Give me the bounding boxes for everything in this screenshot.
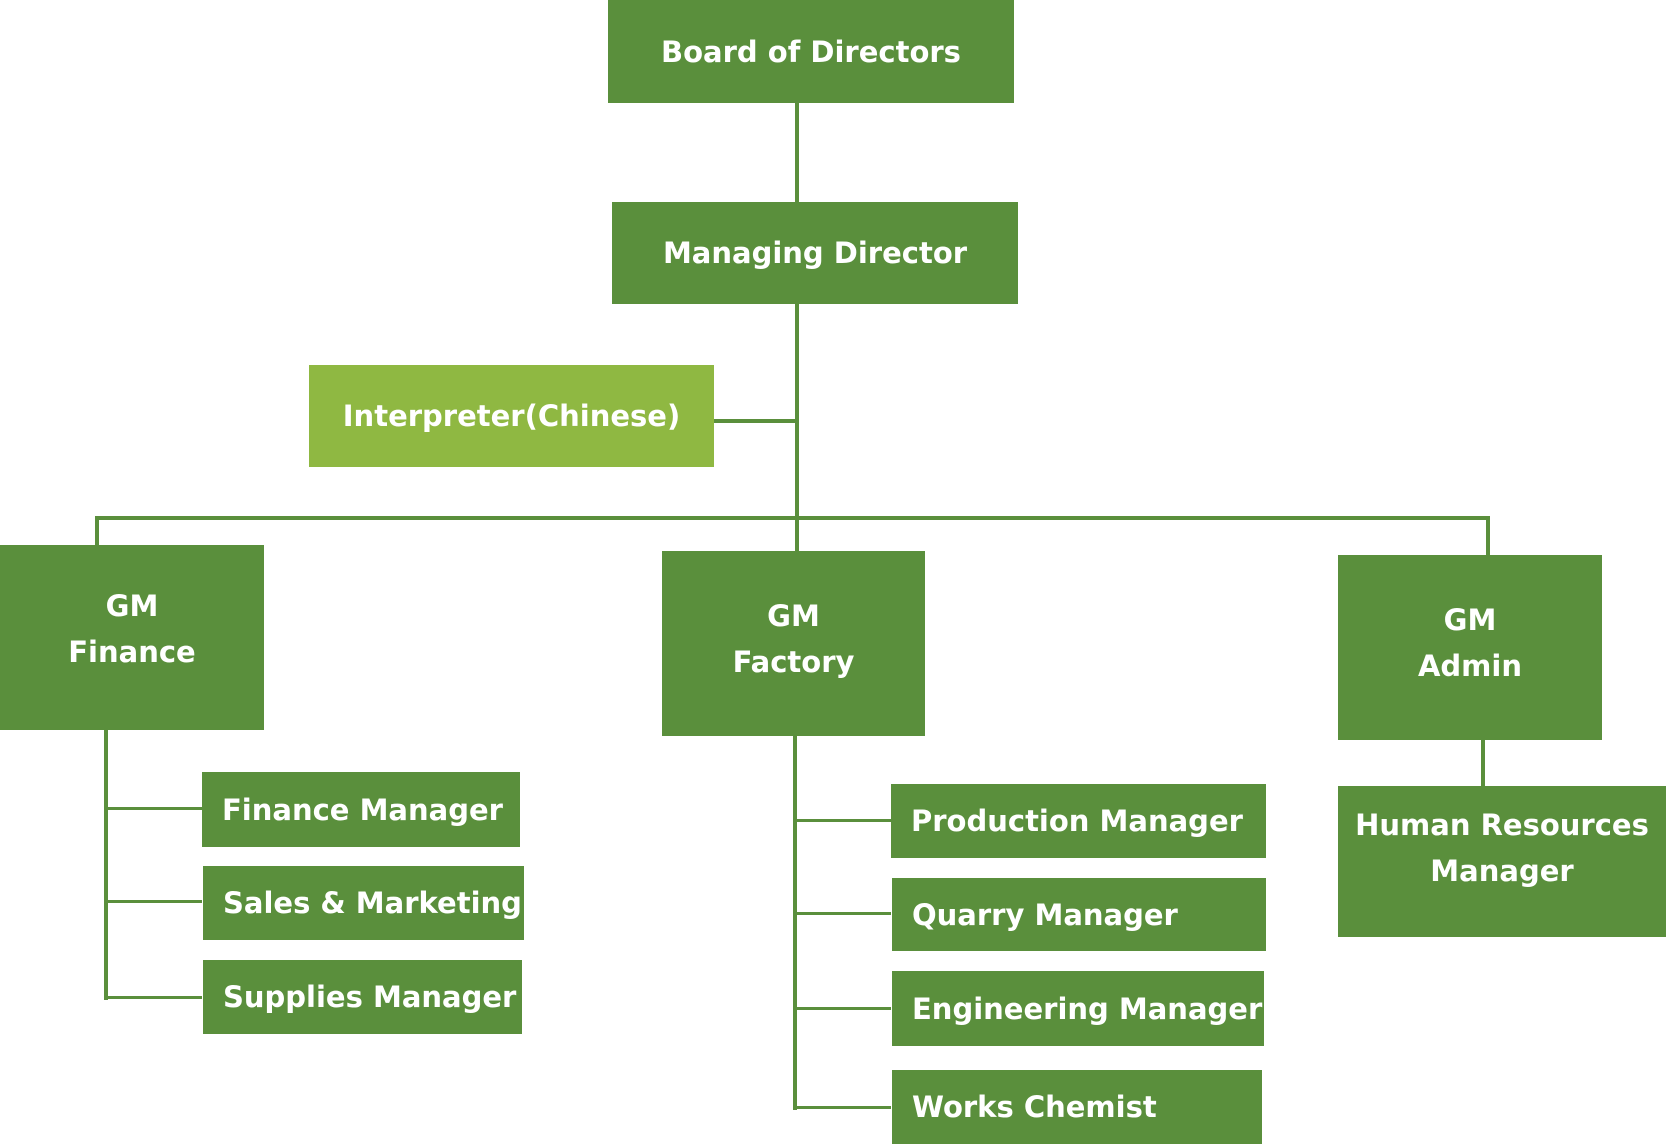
connector-factory-4	[793, 1106, 891, 1109]
node-label: Supplies Manager	[223, 980, 517, 1014]
node-label: Production Manager	[911, 804, 1243, 838]
node-supplies-manager: Supplies Manager	[203, 960, 522, 1034]
connector-finance-1	[104, 807, 202, 810]
node-engineering-manager: Engineering Manager	[892, 971, 1264, 1046]
node-human-resources-manager: Human Resources Manager	[1338, 786, 1666, 937]
node-quarry-manager: Quarry Manager	[892, 878, 1266, 951]
node-managing-director: Managing Director	[612, 202, 1018, 304]
node-label: Interpreter(Chinese)	[342, 399, 681, 433]
connector-finance-2	[104, 900, 202, 903]
node-label: Board of Directors	[661, 34, 961, 69]
connector-admin-hr	[1481, 740, 1485, 786]
node-gm-admin: GM Admin	[1338, 555, 1602, 740]
connector-finance-trunk	[104, 730, 108, 1000]
node-interpreter: Interpreter(Chinese)	[309, 365, 714, 467]
node-sales-marketing: Sales & Marketing	[203, 866, 524, 940]
node-label: Managing Director	[662, 236, 968, 270]
connector-interpreter	[714, 419, 797, 423]
connector-factory-3	[793, 1007, 891, 1010]
node-label: Quarry Manager	[912, 897, 1178, 932]
node-label: Works Chemist	[912, 1090, 1157, 1124]
connector-md-trunk	[795, 304, 799, 552]
connector-board-md	[795, 103, 799, 203]
node-gm-factory: GM Factory	[662, 551, 925, 736]
node-board-of-directors: Board of Directors	[608, 0, 1014, 103]
connector-factory-2	[793, 912, 891, 915]
node-gm-finance: GM Finance	[0, 545, 264, 730]
node-label: Human Resources Manager	[1355, 808, 1649, 888]
node-label: GM Finance	[68, 588, 196, 669]
connector-factory-1	[793, 819, 891, 822]
node-label: Engineering Manager	[912, 991, 1263, 1026]
connector-finance-3	[104, 996, 202, 999]
node-label: Finance Manager	[222, 792, 503, 827]
node-label: Sales & Marketing	[223, 886, 522, 920]
node-label: GM Admin	[1417, 602, 1522, 683]
node-works-chemist: Works Chemist	[892, 1070, 1262, 1144]
node-finance-manager: Finance Manager	[202, 772, 520, 847]
node-production-manager: Production Manager	[891, 784, 1266, 858]
connector-gm-bar	[95, 516, 1490, 520]
connector-gm-finance	[95, 516, 99, 546]
connector-gm-admin	[1486, 516, 1490, 556]
node-label: GM Factory	[732, 598, 855, 679]
connector-factory-trunk	[793, 736, 797, 1110]
